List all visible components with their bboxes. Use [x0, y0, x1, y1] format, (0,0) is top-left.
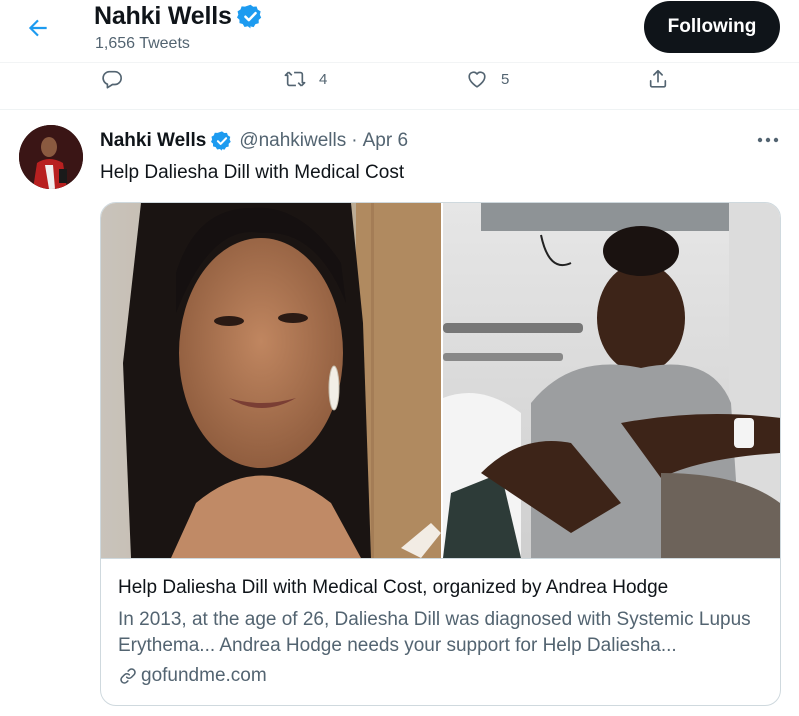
more-options-button[interactable]: [754, 128, 782, 152]
profile-header: Nahki Wells 1,656 Tweets Following: [0, 0, 799, 62]
separator-dot: ·: [351, 130, 358, 151]
tweet-header: Nahki Wells @nahkiwells · Apr 6: [100, 130, 408, 152]
retweet-icon: [284, 71, 306, 87]
back-button[interactable]: [20, 10, 56, 46]
like-count: 5: [501, 70, 510, 88]
reply-button[interactable]: [101, 68, 123, 90]
card-image: [101, 203, 780, 559]
tweet-count: 1,656 Tweets: [95, 35, 190, 52]
card-domain-text: gofundme.com: [141, 665, 267, 686]
card-title: Help Daliesha Dill with Medical Cost, or…: [118, 577, 669, 598]
header-title-row: Nahki Wells: [94, 2, 264, 31]
tweet-author-name[interactable]: Nahki Wells: [100, 130, 206, 152]
link-icon: [118, 666, 138, 686]
card-text: Help Daliesha Dill with Medical Cost, or…: [118, 577, 766, 687]
retweet-count: 4: [319, 70, 328, 88]
tweet-text: Help Daliesha Dill with Medical Cost: [100, 162, 405, 183]
share-icon: [649, 69, 667, 88]
reply-icon: [102, 70, 122, 89]
tweet-date[interactable]: Apr 6: [363, 130, 408, 152]
more-icon: [757, 137, 779, 143]
verified-badge-icon: [236, 3, 264, 30]
arrow-left-icon: [28, 19, 47, 37]
share-button[interactable]: [647, 68, 669, 90]
heart-icon: [468, 71, 486, 88]
following-button[interactable]: Following: [644, 1, 780, 53]
like-button[interactable]: 5: [465, 68, 509, 90]
retweet-button[interactable]: 4: [283, 68, 327, 90]
tweet-author-handle[interactable]: @nahkiwells: [239, 130, 346, 152]
link-card[interactable]: Help Daliesha Dill with Medical Cost, or…: [100, 202, 781, 706]
profile-name: Nahki Wells: [94, 2, 232, 30]
verified-badge-icon: [211, 130, 233, 152]
card-description: In 2013, at the age of 26, Daliesha Dill…: [118, 609, 751, 656]
avatar[interactable]: [19, 125, 83, 189]
card-domain: gofundme.com: [118, 665, 766, 687]
previous-tweet-actions: 4 5: [0, 62, 799, 110]
